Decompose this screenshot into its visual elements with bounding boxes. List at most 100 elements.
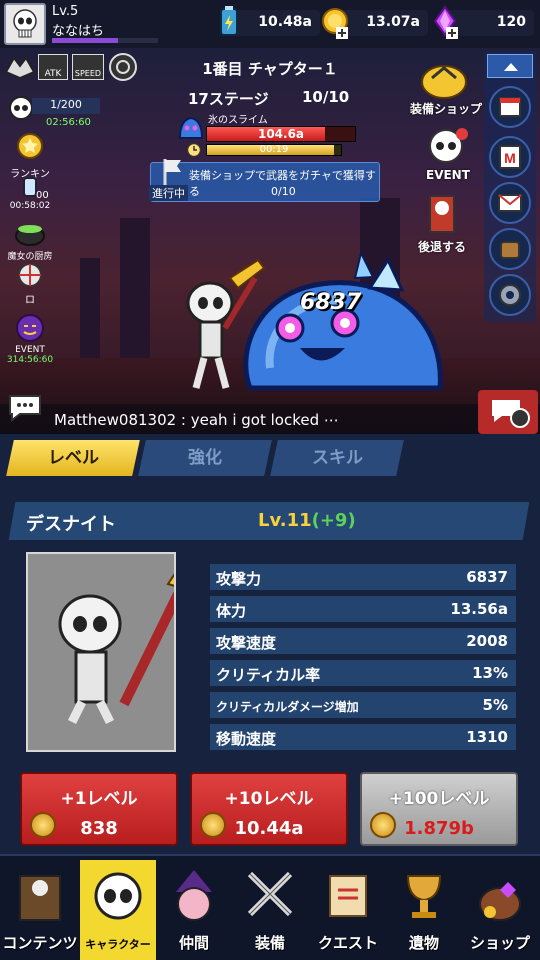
nav-equipment-label: 装備	[254, 934, 285, 952]
tab-enhance-label: 強化	[188, 448, 222, 468]
stat-crit-rate-value: 13%	[472, 664, 508, 682]
upgrade-10-cost: 10.44a	[234, 818, 304, 839]
equipment-shop-label[interactable]: 装備ショップ	[410, 100, 482, 117]
equipment-shop-icon[interactable]	[412, 54, 476, 102]
atk-buff[interactable]: ATK	[38, 54, 68, 80]
event-left-label: EVENT	[15, 345, 45, 355]
stat-crit-damage: クリティカルダメージ増加 5%	[210, 692, 516, 718]
mission-banner[interactable]: 装備ショップで武器をガチャで獲得する 進行中 0/10	[149, 159, 380, 202]
mail-button[interactable]	[489, 182, 531, 224]
stat-crit-rate-label: クリティカル率	[216, 666, 321, 684]
tab-skill-label: スキル	[311, 448, 363, 468]
mission-flag-icon	[163, 159, 181, 185]
mail-m-button[interactable]: M	[489, 136, 531, 178]
player-avatar[interactable]	[4, 3, 46, 45]
auto-skill-icon[interactable]	[108, 52, 138, 82]
death-knight-portrait	[58, 569, 184, 725]
nav-character-label: キャラクター	[85, 938, 151, 951]
calendar-button[interactable]	[489, 86, 531, 128]
player-level: Lv.5	[52, 4, 79, 19]
game-screen: Lv.5 ななはち 10.48a 13.07a 120 6837 ATK SPE…	[0, 0, 540, 960]
energy-box[interactable]: 1/200 02:56:60	[2, 92, 106, 130]
trophy-medal-icon	[17, 133, 43, 159]
chat-bar[interactable]: Matthew081302 : yeah i got locked ⋯	[0, 404, 540, 434]
bag-button[interactable]	[489, 228, 531, 270]
roulette-button[interactable]: ロ	[6, 262, 54, 306]
stat-attack-label: 攻撃力	[216, 570, 262, 588]
chat-open-button[interactable]	[478, 390, 538, 434]
xp-bar	[52, 38, 158, 43]
player-name: ななはち	[52, 24, 105, 39]
gear-icon	[499, 284, 521, 306]
upgrade-1-button[interactable]: +1レベル 838	[20, 772, 178, 846]
upgrade-100-label: +100レベル	[388, 789, 490, 809]
tab-level[interactable]: レベル	[6, 440, 140, 476]
boss-hp-bar: 104.6a	[206, 126, 356, 142]
stat-attack-value: 6837	[466, 568, 508, 586]
nav-contents[interactable]: コンテンツ	[2, 860, 78, 960]
chat-bubble-icon[interactable]	[6, 392, 44, 422]
event-skull-icon[interactable]	[422, 124, 472, 168]
event-right-label[interactable]: EVENT	[426, 168, 470, 182]
energy-timer: 02:56:60	[46, 117, 91, 128]
nav-quest[interactable]: クエスト	[310, 860, 386, 960]
chalice-icon	[406, 875, 442, 918]
scroll-icon	[329, 875, 367, 917]
nav-relics-label: 遺物	[408, 934, 439, 952]
nav-relics[interactable]: 遺物	[386, 860, 462, 960]
event-left-button[interactable]: EVENT 314:56:60	[6, 312, 54, 365]
speed-label: SPEED	[74, 69, 102, 78]
character-level-bonus: (+9)	[311, 510, 356, 531]
witch-kitchen-button[interactable]: 魔女の厨房	[6, 218, 54, 262]
upgrade-10-button[interactable]: +10レベル 10.44a	[190, 772, 348, 846]
bat-buff-icon[interactable]	[4, 52, 36, 82]
stat-attack-speed-label: 攻撃速度	[216, 634, 277, 652]
speed-buff[interactable]: SPEED	[72, 54, 104, 80]
stat-move-speed-label: 移動速度	[216, 730, 277, 748]
tab-skill[interactable]: スキル	[270, 440, 404, 476]
envelope-icon	[498, 194, 522, 212]
upgrade-100-button[interactable]: +100レベル 1.879b	[360, 772, 518, 846]
chat-refresh-icon	[492, 400, 530, 428]
crossed-swords-icon	[247, 871, 293, 917]
stat-attack-speed: 攻撃速度 2008	[210, 628, 516, 654]
stat-attack: 攻撃力 6837	[210, 564, 516, 590]
gem-add-icon[interactable]	[430, 5, 460, 39]
mission-status: 進行中	[149, 185, 188, 201]
witch-label: 魔女の厨房	[7, 252, 53, 262]
nav-equipment[interactable]: 装備	[232, 860, 308, 960]
character-name: デスナイト	[26, 514, 116, 535]
retreat-label[interactable]: 後退する	[418, 238, 466, 255]
ticket-count: 00	[36, 190, 49, 201]
nav-companions[interactable]: 仲間	[156, 860, 232, 960]
skull-nav-icon	[94, 872, 142, 920]
pumpkin-event-icon	[16, 314, 44, 342]
character-portrait	[26, 552, 184, 752]
nav-contents-label: コンテンツ	[2, 934, 78, 952]
roulette-icon	[18, 263, 42, 287]
nav-shop-label: ショップ	[469, 934, 530, 952]
boss-timer-value: 00:19	[259, 144, 289, 155]
nav-character[interactable]: キャラクター	[80, 860, 156, 960]
cauldron-icon	[15, 225, 45, 246]
mission-count: 0/10	[271, 185, 296, 198]
collapse-menu-button[interactable]	[487, 54, 533, 78]
upgrade-10-label: +10レベル	[224, 789, 314, 809]
tab-enhance[interactable]: 強化	[138, 440, 272, 476]
buff-row: ATK SPEED	[4, 52, 138, 84]
boss-name: 氷のスライム	[208, 115, 268, 126]
retreat-icon[interactable]	[422, 192, 462, 236]
energy-count: 1/200	[32, 98, 100, 114]
battery-icon	[220, 6, 238, 36]
ticket-button[interactable]: 00 00:58:02	[6, 176, 54, 211]
boss-hp-value: 104.6a	[257, 127, 305, 141]
gold-coin-add-icon[interactable]	[320, 5, 350, 39]
death-knight-character	[186, 258, 266, 389]
stat-hp-value: 13.56a	[450, 600, 508, 618]
upgrade-1-label: +1レベル	[60, 789, 138, 809]
chat-message: Matthew081302 : yeah i got locked ⋯	[54, 411, 339, 429]
tab-level-label: レベル	[47, 448, 99, 468]
nav-shop[interactable]: ショップ	[462, 860, 538, 960]
settings-button[interactable]	[489, 274, 531, 316]
upgrade-100-cost: 1.879b	[404, 818, 474, 839]
